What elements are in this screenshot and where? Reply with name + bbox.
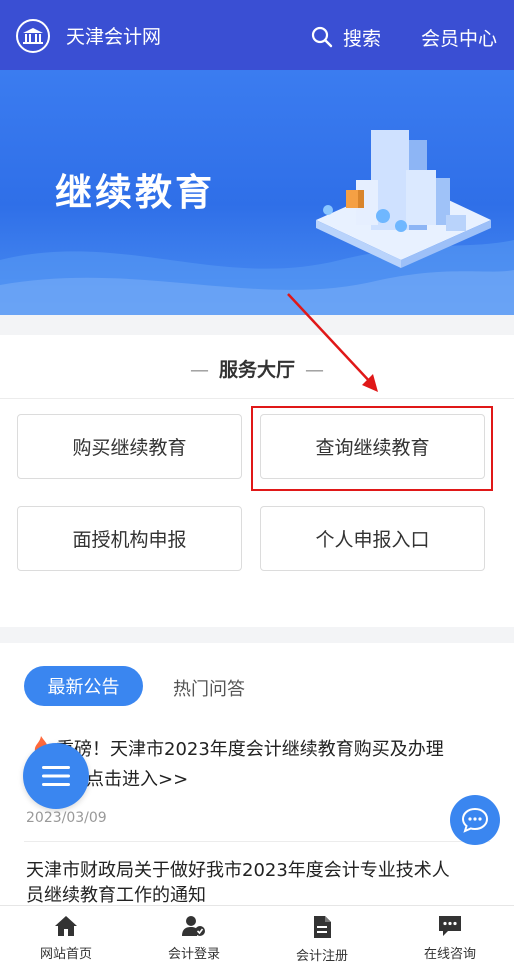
section-separator <box>0 627 514 643</box>
top-header: 天津会计网 搜索 会员中心 <box>0 0 514 70</box>
buy-continuing-education-button[interactable]: 购买继续教育 <box>17 414 242 479</box>
service-hall-title: — 服务大厅 — <box>189 359 324 381</box>
tab-hot-questions[interactable]: 热门问答 <box>173 675 245 701</box>
site-logo-icon[interactable] <box>16 19 50 53</box>
search-button[interactable]: 搜索 <box>343 24 381 51</box>
chat-icon <box>439 916 461 936</box>
nav-login-label: 会计登录 <box>167 947 220 962</box>
search-icon[interactable] <box>311 26 333 48</box>
member-center-link[interactable]: 会员中心 <box>421 24 497 51</box>
nav-accountant-login[interactable]: 会计登录 <box>130 906 258 974</box>
document-icon <box>314 916 331 938</box>
nav-home[interactable]: 网站首页 <box>2 906 130 974</box>
annotation-arrow-icon <box>287 293 378 392</box>
personal-declaration-button[interactable]: 个人申报入口 <box>260 506 485 571</box>
nav-home-label: 网站首页 <box>39 947 92 962</box>
home-icon <box>55 916 77 936</box>
banner: 继续教育 <box>0 70 514 315</box>
bottom-navigation: 网站首页 会计登录 会计注册 在线咨询 <box>0 905 514 975</box>
nav-accountant-register[interactable]: 会计注册 <box>258 906 386 974</box>
news-item-title[interactable]: 重磅！天津市2023年度会计继续教育购买及办理 <box>56 735 444 765</box>
city-buildings-illustration <box>316 130 491 268</box>
news-item-title-cont[interactable]: 点击进入>> <box>86 765 188 795</box>
news-item-date: 2023/03/09 <box>26 810 107 826</box>
floating-menu-button[interactable] <box>23 743 89 809</box>
section-separator <box>0 315 514 335</box>
nav-register-label: 会计注册 <box>295 949 348 964</box>
service-divider <box>0 398 514 399</box>
site-title[interactable]: 天津会计网 <box>66 22 161 49</box>
face-to-face-institution-button[interactable]: 面授机构申报 <box>17 506 242 571</box>
floating-chat-button[interactable] <box>450 795 500 845</box>
list-divider <box>24 841 490 842</box>
banner-title: 继续教育 <box>55 171 215 214</box>
highlight-annotation-box <box>251 406 493 491</box>
nav-online-consult[interactable]: 在线咨询 <box>386 906 514 974</box>
tab-latest-announcements[interactable]: 最新公告 <box>24 666 143 706</box>
user-login-icon <box>182 916 205 936</box>
chat-bubble-icon <box>461 807 489 833</box>
menu-icon <box>42 766 70 786</box>
nav-consult-label: 在线咨询 <box>423 947 476 962</box>
